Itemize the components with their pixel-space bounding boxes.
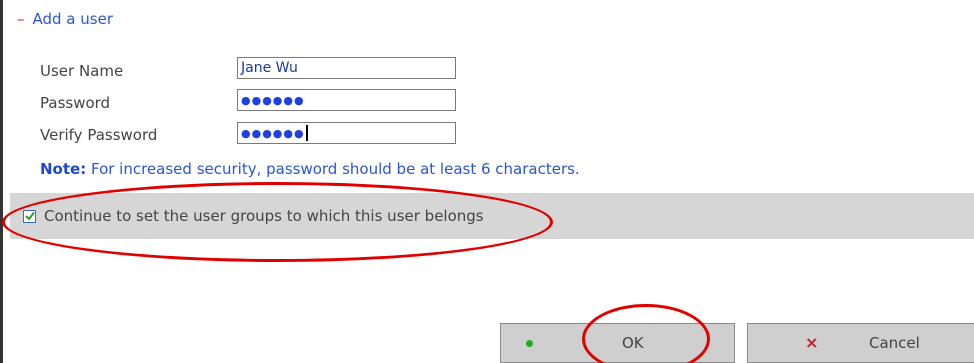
section-title: Add a user (32, 10, 114, 28)
password-masked-value: ●●●●●● (241, 94, 305, 107)
annotation-circle-checkbox (2, 182, 553, 262)
note-label: Note: (40, 160, 87, 178)
text-cursor (305, 125, 308, 141)
green-dot-icon (526, 340, 533, 347)
username-field[interactable]: Jane Wu (237, 57, 456, 79)
verify-password-label: Verify Password (40, 126, 158, 144)
username-label: User Name (40, 62, 124, 80)
cancel-button[interactable]: × Cancel (747, 323, 974, 363)
verify-password-field[interactable]: ●●●●●● (237, 122, 456, 144)
note-text: For increased security, password should … (86, 160, 580, 178)
cancel-button-label: Cancel (869, 334, 920, 352)
add-user-panel: – Add a user User Name Jane Wu Password ●… (0, 0, 974, 363)
red-x-icon: × (805, 333, 819, 352)
password-note: Note: For increased security, password s… (40, 160, 580, 178)
annotation-circle-ok (582, 304, 710, 363)
add-user-section-header[interactable]: – Add a user (17, 10, 113, 28)
verify-password-masked-value: ●●●●●● (241, 127, 305, 140)
collapse-icon[interactable]: – (17, 10, 25, 28)
username-value: Jane Wu (241, 60, 298, 76)
panel-border (0, 0, 3, 363)
password-label: Password (40, 94, 111, 112)
password-field[interactable]: ●●●●●● (237, 89, 456, 111)
